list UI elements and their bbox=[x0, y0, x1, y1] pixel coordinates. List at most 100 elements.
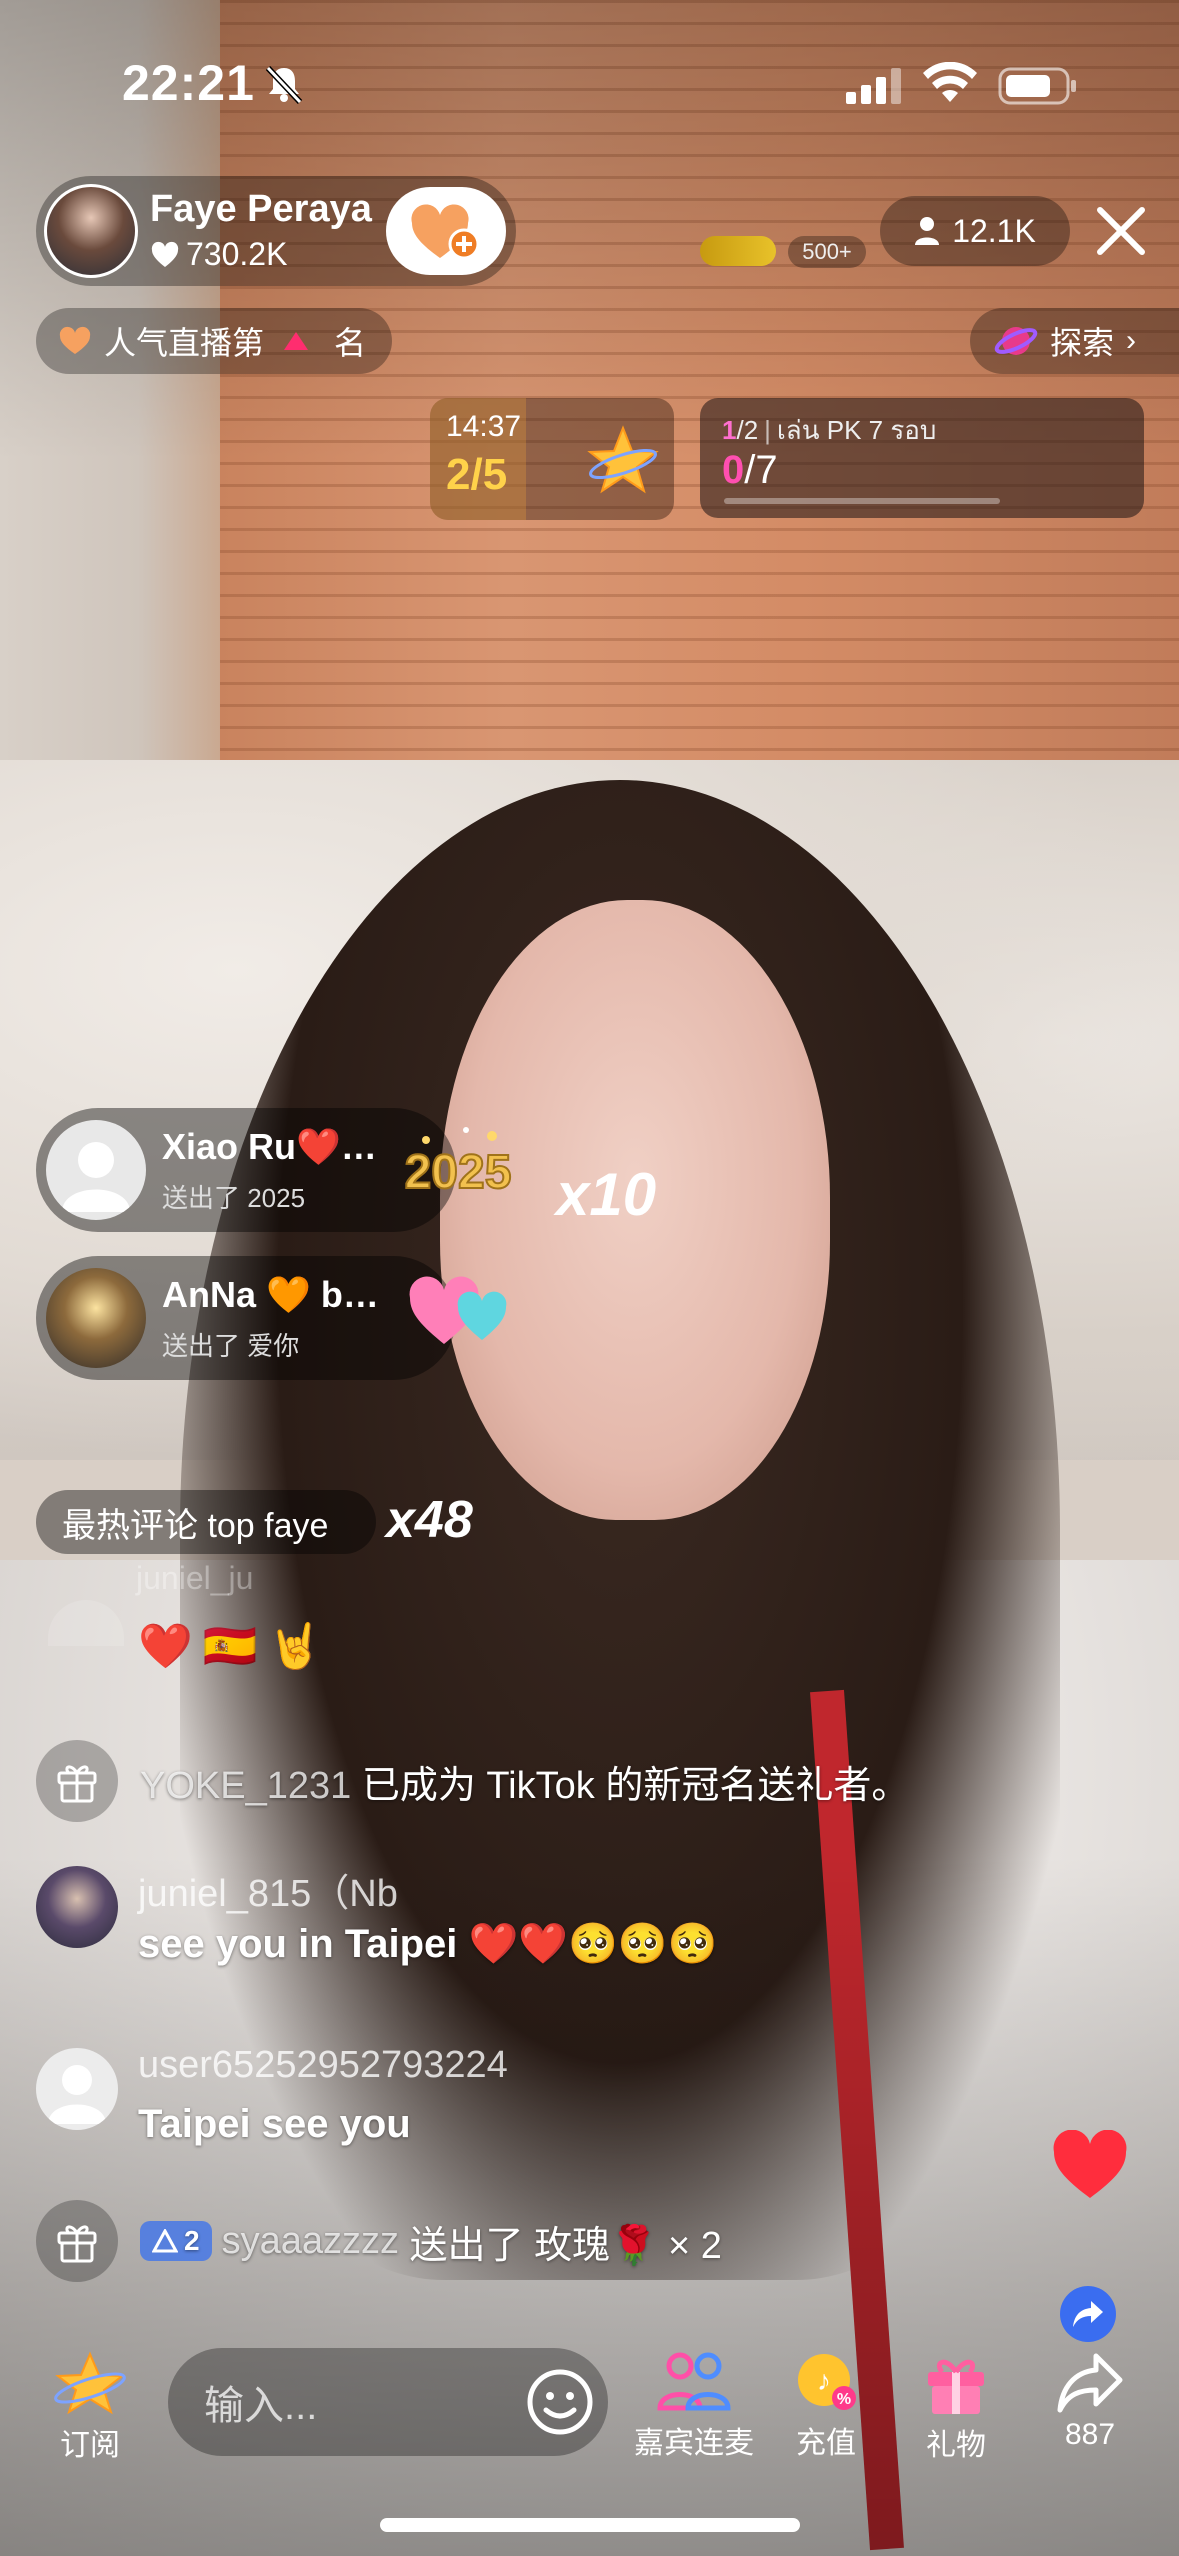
gift-message-text: 2 syaaazzzz 送出了 玫瑰🌹 × 2 bbox=[140, 2214, 722, 2269]
gift-message-body: 送出了 玫瑰🌹 × 2 bbox=[398, 2224, 722, 2267]
system-message-text: YOKE_1231 已成为 TikTok 的新冠名送礼者。 bbox=[140, 1754, 909, 1809]
cell-signal-icon bbox=[846, 68, 901, 104]
avatar[interactable] bbox=[36, 1866, 118, 1948]
gift-icon bbox=[36, 2200, 118, 2282]
popularity-rank[interactable]: 人气直播第 名 bbox=[36, 308, 392, 374]
emoji-icon[interactable] bbox=[524, 2366, 596, 2438]
gift-button[interactable]: 礼物 bbox=[922, 2350, 990, 2464]
bell-muted-icon bbox=[265, 65, 303, 105]
task-timer: 14:37 bbox=[446, 410, 522, 443]
avatar[interactable] bbox=[36, 2048, 118, 2130]
pk-progress-bar bbox=[724, 498, 1000, 504]
gift-icon bbox=[36, 1740, 118, 1822]
emoji-comment: ❤️ 🇪🇸 🤘 bbox=[138, 1620, 322, 1672]
planet-icon bbox=[994, 327, 1038, 355]
host-likes-count: 730.2K bbox=[186, 236, 288, 272]
svg-text:2025: 2025 bbox=[405, 1146, 512, 1199]
floating-heart-icon bbox=[1053, 2130, 1127, 2198]
host-avatar[interactable] bbox=[44, 184, 138, 278]
viewer-count-label: 12.1K bbox=[952, 212, 1036, 249]
explore-button[interactable]: 探索 › bbox=[970, 308, 1179, 374]
pk-round-total: /2 bbox=[736, 415, 759, 445]
level-number: 2 bbox=[184, 2225, 200, 2256]
rank-up-arrow-icon bbox=[284, 332, 309, 350]
gift-label: 礼物 bbox=[926, 2429, 986, 2462]
wifi-icon bbox=[923, 62, 977, 102]
chevron-right-icon: › bbox=[1126, 324, 1137, 357]
recharge-button[interactable]: ♪ % 充值 bbox=[794, 2350, 858, 2462]
pk-card[interactable]: 1/2 | เล่น PK 7 รอบ 0/7 bbox=[700, 398, 1144, 518]
share-badge[interactable] bbox=[1060, 2286, 1116, 2342]
status-time: 22:21 bbox=[122, 55, 255, 111]
share-icon bbox=[1057, 2353, 1123, 2413]
svg-text:♪: ♪ bbox=[817, 2365, 831, 2396]
host-info[interactable]: Faye Peraya 730.2K bbox=[36, 176, 516, 286]
recharge-label: 充值 bbox=[796, 2427, 856, 2460]
triangle-level-icon bbox=[152, 2229, 178, 2253]
star-task-card[interactable]: 14:37 2/5 bbox=[430, 398, 674, 520]
gift-sender-name: AnNa 🧡 b… bbox=[162, 1274, 379, 1315]
heart-plus-icon bbox=[411, 204, 480, 260]
subscribe-label: 订阅 bbox=[60, 2429, 120, 2462]
default-avatar-icon bbox=[62, 1142, 130, 1212]
subscribe-button[interactable]: 订阅 bbox=[50, 2350, 130, 2464]
2025-gift-icon: 2025 bbox=[404, 1127, 512, 1200]
rank-suffix: 名 bbox=[334, 325, 367, 361]
svg-text:%: % bbox=[837, 2391, 851, 2408]
star-icon bbox=[587, 425, 659, 494]
share-button[interactable]: 887 bbox=[1056, 2350, 1124, 2452]
default-avatar-icon bbox=[48, 2065, 106, 2124]
avatar[interactable] bbox=[46, 1120, 146, 1220]
pk-score-total: /7 bbox=[744, 448, 778, 492]
home-indicator bbox=[380, 2518, 800, 2532]
rank-prefix: 人气直播第 bbox=[104, 325, 265, 361]
system-message-user[interactable]: YOKE_1231 bbox=[140, 1765, 351, 1807]
comment-text: see you in Taipei ❤️❤️🥺🥺🥺 bbox=[138, 1922, 718, 1966]
pk-score-value: 0 bbox=[722, 448, 745, 492]
list-item: juniel_815（Nb see you in Taipei ❤️❤️🥺🥺🥺 bbox=[36, 1862, 1136, 1992]
pk-score: 0/7 bbox=[722, 448, 778, 493]
explore-label: 探索 bbox=[1050, 325, 1115, 361]
comment-user[interactable]: juniel_815（Nb bbox=[138, 1862, 398, 1917]
heart-icon bbox=[151, 241, 179, 267]
share-arrow-icon bbox=[1073, 2301, 1103, 2327]
share-count: 887 bbox=[1064, 2418, 1116, 2451]
host-name: Faye Peraya bbox=[150, 188, 372, 230]
comment-text: Taipei see you bbox=[138, 2102, 411, 2146]
gift-sender-name: Xiao Ru❤️… bbox=[162, 1126, 377, 1167]
gift-description: 送出了 爱你 bbox=[162, 1331, 300, 1361]
system-message-body: 已成为 TikTok 的新冠名送礼者。 bbox=[351, 1764, 910, 1807]
coin-icon: ♪ % bbox=[798, 2354, 856, 2410]
faded-comment-user: juniel_ju bbox=[136, 1560, 254, 1596]
battery-icon bbox=[998, 67, 1076, 105]
task-progress: 2/5 bbox=[446, 450, 508, 499]
pk-title: 1/2 | เล่น PK 7 รอบ bbox=[722, 410, 936, 451]
gift-rank-badge[interactable]: 500+ bbox=[788, 236, 866, 268]
close-icon[interactable] bbox=[1086, 196, 1156, 266]
top-gifter-coin-badge[interactable] bbox=[700, 236, 776, 266]
hot-comment-multiplier: x48 bbox=[386, 1491, 473, 1549]
gift-popup-1[interactable]: Xiao Ru❤️… 送出了 2025 bbox=[36, 1108, 456, 1232]
emoji: 🤘 bbox=[267, 1622, 323, 1671]
follow-button[interactable] bbox=[386, 187, 506, 275]
gift-message-user[interactable]: syaaazzzz bbox=[222, 2220, 399, 2263]
person-icon bbox=[915, 217, 940, 245]
system-message: YOKE_1231 已成为 TikTok 的新冠名送礼者。 bbox=[36, 1740, 1146, 1822]
list-item: user65252952793224 Taipei see you bbox=[36, 2044, 1136, 2174]
status-bar: 22:21 bbox=[0, 40, 1179, 130]
gift-multiplier: x10 bbox=[556, 1161, 657, 1228]
viewer-count[interactable]: 12.1K bbox=[880, 196, 1070, 266]
avatar[interactable] bbox=[46, 1268, 146, 1368]
gift-popup-2[interactable]: AnNa 🧡 b… 送出了 爱你 bbox=[36, 1256, 456, 1380]
emoji: 🇪🇸 bbox=[202, 1622, 258, 1671]
guest-label: 嘉宾连麦 bbox=[634, 2427, 754, 2460]
people-icon bbox=[657, 2352, 731, 2411]
level-badge: 2 bbox=[140, 2221, 212, 2261]
comment-user[interactable]: user65252952793224 bbox=[138, 2044, 508, 2087]
orange-heart-icon bbox=[59, 326, 91, 354]
guest-cohost-button[interactable]: 嘉宾连麦 bbox=[634, 2350, 754, 2462]
host-likes: 730.2K bbox=[150, 236, 287, 273]
gift-box-icon bbox=[928, 2359, 984, 2414]
hot-comment[interactable]: 最热评论 top faye bbox=[36, 1490, 376, 1554]
gift-message: 2 syaaazzzz 送出了 玫瑰🌹 × 2 bbox=[36, 2200, 1146, 2282]
